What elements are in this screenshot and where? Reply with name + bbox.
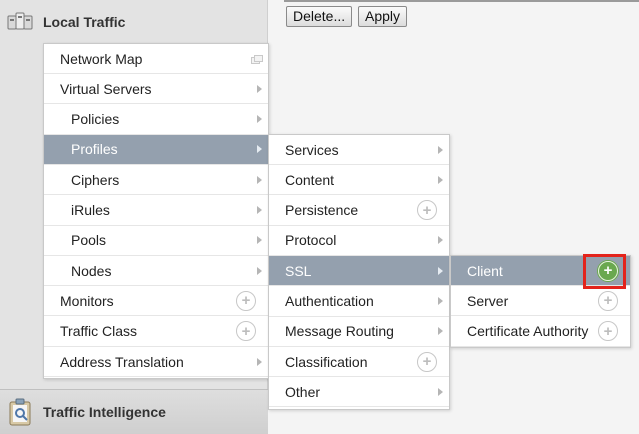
add-icon[interactable]: + [236, 321, 256, 342]
submenu-item-content[interactable]: Content [269, 165, 449, 196]
local-traffic-menu: Network Map Virtual Servers Policies Profil… [43, 43, 269, 379]
submenu-item-classification[interactable]: Classification + [269, 347, 449, 378]
add-icon[interactable]: + [236, 290, 256, 311]
submenu-item-protocol[interactable]: Protocol [269, 226, 449, 256]
menu-item-label: Certificate Authority [467, 323, 589, 340]
ssl-item-server[interactable]: Server + [451, 286, 630, 317]
add-icon[interactable]: + [598, 321, 618, 342]
menu-item-network-map[interactable]: Network Map [44, 44, 268, 74]
chevron-right-icon [438, 145, 443, 154]
menu-item-label: Address Translation [60, 353, 184, 370]
add-icon[interactable]: + [417, 351, 437, 372]
chevron-right-icon [438, 327, 443, 336]
chevron-right-icon [438, 236, 443, 245]
menu-item-nodes[interactable]: Nodes [44, 256, 268, 287]
menu-item-label: Ciphers [71, 171, 120, 188]
menu-item-label: Traffic Class [60, 323, 138, 340]
clipboard-icon [6, 398, 34, 426]
ssl-item-certificate-authority[interactable]: Certificate Authority + [451, 317, 630, 347]
menu-item-policies[interactable]: Policies [44, 105, 268, 135]
menu-item-profiles[interactable]: Profiles [44, 134, 268, 165]
menu-item-label: Persistence [285, 202, 359, 219]
chevron-right-icon [257, 175, 262, 184]
menu-item-label: Message Routing [285, 323, 394, 340]
menu-item-label: Protocol [285, 232, 337, 249]
menu-item-label: Pools [71, 232, 107, 249]
chevron-right-icon [257, 266, 262, 275]
chevron-right-icon [257, 145, 262, 154]
menu-item-label: Monitors [60, 292, 114, 309]
chevron-right-icon [438, 266, 443, 275]
menu-item-ciphers[interactable]: Ciphers [44, 165, 268, 196]
chevron-right-icon [257, 236, 262, 245]
list-border [284, 0, 639, 2]
menu-item-label: Other [285, 383, 321, 400]
delete-button[interactable]: Delete... [286, 6, 353, 27]
profiles-submenu: Services Content Persistence + Protocol SSL Au… [268, 134, 450, 410]
chevron-right-icon [438, 175, 443, 184]
menu-item-label: SSL [285, 262, 312, 279]
menu-item-label: Client [467, 262, 503, 279]
menu-item-label: Authentication [285, 293, 374, 309]
menu-item-label: Profiles [71, 141, 118, 158]
chevron-right-icon [257, 84, 262, 93]
local-traffic-title: Local Traffic [43, 14, 126, 30]
menu-item-label: Network Map [60, 50, 143, 67]
highlight-box [583, 254, 626, 289]
submenu-item-message-routing[interactable]: Message Routing [269, 317, 449, 347]
menu-item-label: Server [467, 292, 509, 309]
menu-item-monitors[interactable]: Monitors + [44, 286, 268, 317]
apply-button[interactable]: Apply [358, 6, 408, 27]
network-map-icon [251, 54, 263, 64]
menu-item-virtual-servers[interactable]: Virtual Servers [44, 74, 268, 105]
traffic-intelligence-title: Traffic Intelligence [43, 404, 166, 420]
chevron-right-icon [257, 357, 262, 366]
menu-item-label: Virtual Servers [60, 80, 152, 97]
add-icon[interactable]: + [598, 290, 618, 311]
submenu-item-ssl[interactable]: SSL [269, 256, 449, 287]
submenu-item-authentication[interactable]: Authentication [269, 287, 449, 317]
menu-item-label: Classification [285, 353, 368, 370]
chevron-right-icon [438, 387, 443, 396]
submenu-item-persistence[interactable]: Persistence + [269, 196, 449, 226]
menu-item-label: Nodes [71, 262, 112, 279]
add-icon[interactable]: + [417, 200, 437, 221]
menu-item-label: iRules [71, 202, 110, 218]
submenu-item-other[interactable]: Other [269, 377, 449, 408]
menu-item-pools[interactable]: Pools [44, 226, 268, 256]
menu-item-label: Services [285, 141, 339, 158]
chevron-right-icon [257, 206, 262, 214]
local-traffic-header[interactable]: Local Traffic [0, 0, 268, 44]
menu-item-address-translation[interactable]: Address Translation [44, 347, 268, 377]
menu-item-irules[interactable]: iRules [44, 196, 268, 226]
submenu-item-services[interactable]: Services [269, 135, 449, 165]
menu-item-label: Policies [71, 111, 120, 128]
local-traffic-icon [6, 9, 34, 35]
chevron-right-icon [438, 297, 443, 305]
chevron-right-icon [257, 115, 262, 124]
menu-item-label: Content [285, 171, 335, 188]
menu-item-traffic-class[interactable]: Traffic Class + [44, 317, 268, 347]
traffic-intelligence-header[interactable]: Traffic Intelligence [0, 389, 268, 434]
